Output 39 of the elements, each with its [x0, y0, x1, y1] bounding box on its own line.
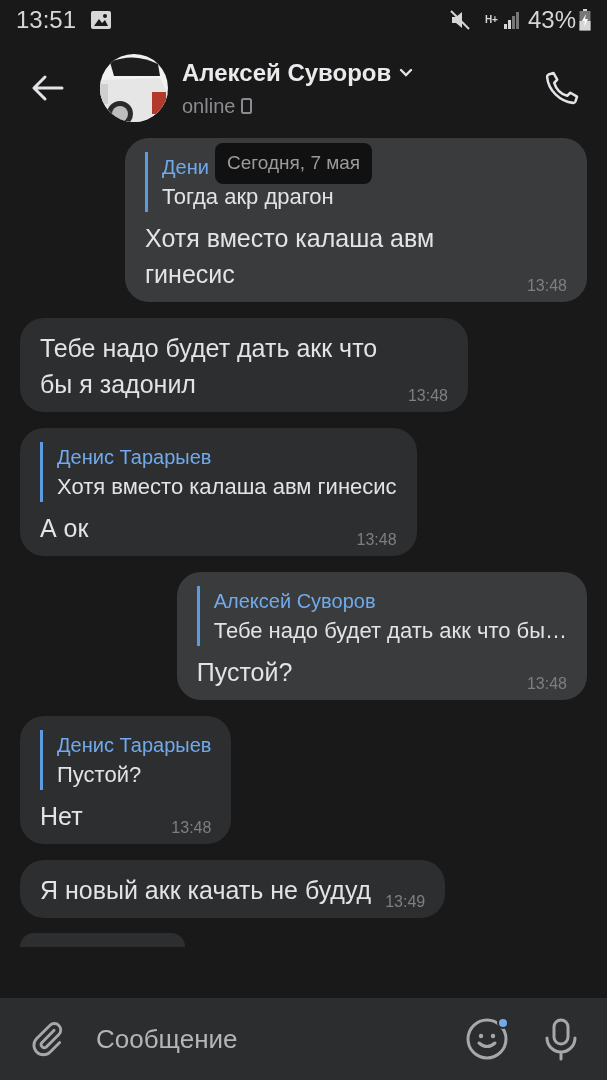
message-text: Тебе надо будет дать акк что бы я задонил [40, 333, 379, 400]
battery-icon [579, 9, 591, 31]
online-status: online [182, 94, 236, 119]
reply-author: Дени [162, 155, 209, 180]
message-text: А ок [40, 513, 90, 544]
reply-author: Денис Тарарыев [57, 445, 212, 470]
message-text: Хотя вместо калаша авм гинесис [145, 223, 436, 290]
reply-author: Денис Тарарыев [57, 733, 212, 758]
message-text: Нет [40, 801, 84, 832]
phone-icon [241, 98, 253, 114]
composer-bar[interactable]: Сообщение [0, 998, 607, 1080]
message-text: Я новый акк качать не будуд [40, 875, 372, 906]
image-icon [90, 10, 113, 30]
microphone-button[interactable] [543, 1017, 579, 1061]
message-input[interactable]: Сообщение [96, 1019, 465, 1059]
message-time: 13:48 [526, 276, 567, 296]
message-time: 13:48 [171, 818, 212, 838]
reply-text: Хотя вместо калаша авм гинесис [57, 473, 397, 501]
message-time: 13:49 [385, 892, 426, 912]
network-type: H+ [484, 15, 498, 25]
clock-time: 13:51 [16, 5, 77, 35]
message-time: 13:48 [356, 530, 397, 550]
signal-icon [503, 11, 520, 29]
message-field[interactable]: Сообщение [96, 1009, 465, 1069]
chevron-down-icon[interactable] [399, 68, 414, 78]
contact-name: Алексей Суворов [182, 58, 392, 88]
message-time: 13:48 [407, 386, 448, 406]
reply-author: Алексей Суворов [213, 589, 376, 614]
message-text: Пустой? [196, 657, 294, 688]
message-time: 13:48 [526, 674, 567, 694]
mute-icon [448, 9, 471, 31]
date-badge: Сегодня, 7 мая [215, 143, 373, 184]
emoji-button[interactable] [465, 1017, 509, 1061]
back-arrow-icon[interactable] [30, 74, 64, 102]
reply-text: Тебе надо будет дать акк что бы… [213, 617, 567, 645]
reply-text: Пустой? [57, 761, 143, 789]
reply-text: Тогда акр драгон [162, 183, 335, 211]
battery-percent: 43% [527, 5, 576, 35]
phone-icon[interactable] [543, 69, 581, 107]
